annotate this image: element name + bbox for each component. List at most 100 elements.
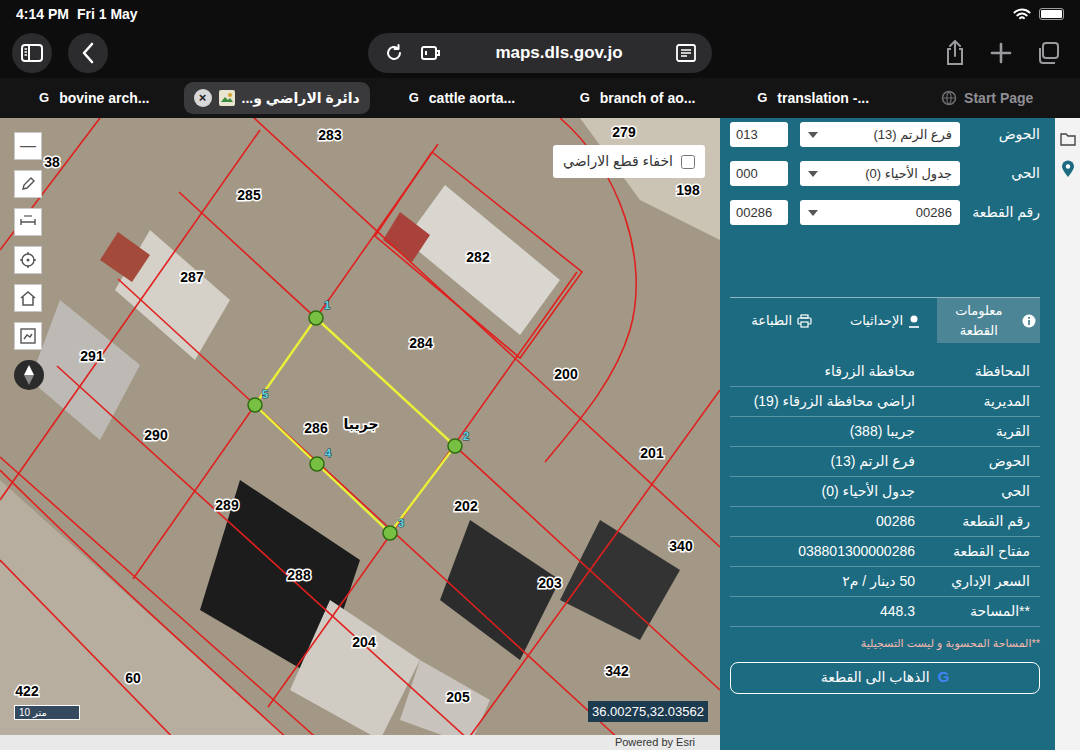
hide-parcels-toggle[interactable]: اخفاء قطع الاراضي (553, 145, 705, 178)
browser-tab[interactable]: Gcattle aorta... (376, 82, 546, 114)
location-icon[interactable] (908, 314, 920, 328)
field-dropdown[interactable]: 00286 (800, 200, 960, 225)
tab-label[interactable]: bovine arch... (59, 88, 149, 109)
field-dropdown[interactable]: فرع الرتم (13) (800, 122, 960, 147)
dropdown-arrow-icon[interactable] (808, 171, 818, 177)
browser-tab[interactable]: Start Page (902, 82, 1072, 114)
code-field[interactable]: 013 (730, 122, 788, 147)
vertex-marker[interactable] (248, 398, 262, 412)
back-button[interactable] (68, 33, 108, 73)
browser-tab[interactable]: Gbovine arch... (8, 82, 178, 114)
panel-tab[interactable]: الطباعة (730, 298, 833, 343)
tab-label[interactable]: دائرة الاراضي و... (242, 88, 360, 109)
browser-tab[interactable]: Gbranch of ao... (551, 82, 721, 114)
parcel-number[interactable]: 284 (409, 335, 433, 351)
pencil-icon[interactable] (20, 176, 36, 192)
parcel-number[interactable]: 291 (80, 348, 104, 364)
parcel-number[interactable]: 290 (144, 427, 168, 443)
dropdown-arrow-icon[interactable] (808, 210, 818, 216)
go-to-parcel-label[interactable]: الذهاب الى القطعة (821, 667, 930, 688)
parcel-number[interactable]: 205 (446, 689, 470, 705)
parcel-number[interactable]: 282 (466, 249, 490, 265)
parcel-number[interactable]: 283 (318, 127, 342, 143)
panel-tab-label[interactable]: معلومات القطعة (941, 301, 1017, 340)
code-value[interactable]: 000 (736, 164, 758, 184)
parcel-number[interactable]: 200 (554, 366, 578, 382)
sidebar-button[interactable] (12, 33, 52, 73)
dropdown-value[interactable]: 00286 (916, 203, 952, 223)
compass-icon[interactable] (21, 364, 37, 386)
url-text[interactable]: maps.dls.gov.jo (458, 40, 660, 66)
parcel-number[interactable]: 203 (538, 575, 562, 591)
browser-tab[interactable]: × دائرة الاراضي و... (184, 82, 370, 114)
panel-tab-label[interactable]: الطباعة (751, 311, 792, 331)
close-tab-button[interactable]: × (194, 89, 212, 107)
extension-icon[interactable] (420, 44, 442, 62)
tab-label[interactable]: branch of ao... (600, 88, 696, 109)
vertex-marker[interactable] (310, 457, 324, 471)
parcel-number[interactable]: 422 (15, 683, 39, 699)
map[interactable]: 3828327919828528228728429120029012345جري… (0, 118, 720, 750)
parcel-number[interactable]: 286 (304, 420, 328, 436)
measure-button[interactable] (14, 208, 42, 236)
panel-tab[interactable]: الإحداثيات (833, 298, 936, 343)
draw-button[interactable] (14, 170, 42, 198)
plus-icon[interactable] (990, 42, 1012, 64)
home-button[interactable] (14, 284, 42, 312)
reload-icon[interactable] (384, 43, 404, 63)
parcel-number[interactable]: 38 (44, 154, 60, 170)
locate-button[interactable] (14, 246, 42, 274)
share-icon[interactable] (944, 40, 966, 66)
dropdown-arrow-icon[interactable] (808, 132, 818, 138)
parcel-number[interactable]: 289 (215, 497, 239, 513)
compass-button[interactable] (14, 360, 44, 390)
tab-label[interactable]: cattle aorta... (429, 88, 515, 109)
hide-parcels-checkbox[interactable] (681, 155, 695, 169)
vertex-marker[interactable] (448, 439, 462, 453)
tab-label[interactable]: translation -... (777, 88, 869, 109)
code-value[interactable]: 013 (736, 125, 758, 145)
info-icon[interactable] (1022, 314, 1036, 328)
hide-parcels-label[interactable]: اخفاء قطع الاراضي (563, 151, 673, 172)
tabs-overview-icon[interactable] (1036, 41, 1060, 65)
parcel-number[interactable]: 198 (676, 182, 700, 198)
panel-tab[interactable]: معلومات القطعة (937, 298, 1040, 343)
address-bar[interactable]: maps.dls.gov.jo (368, 33, 712, 73)
vertex-marker[interactable] (383, 526, 397, 540)
map-pin-icon[interactable] (1061, 160, 1075, 178)
parcel-number[interactable]: 60 (125, 670, 141, 686)
tab-label[interactable]: Start Page (964, 88, 1033, 109)
reader-icon[interactable] (676, 44, 696, 62)
code-field[interactable]: 00286 (730, 200, 788, 225)
basemap-icon[interactable] (19, 327, 37, 345)
parcel-number[interactable]: 201 (640, 445, 664, 461)
google-logo[interactable]: G (938, 666, 950, 689)
parcel-number[interactable]: 285 (237, 187, 261, 203)
dropdown-value[interactable]: جدول الأحياء (0) (865, 164, 952, 184)
code-field[interactable]: 000 (730, 161, 788, 186)
parcel-number[interactable]: 204 (352, 634, 376, 650)
parcel-number[interactable]: 342 (605, 663, 629, 679)
sidebar-icon[interactable] (21, 44, 43, 62)
parcel-number[interactable]: 279 (612, 124, 636, 140)
ruler-icon[interactable] (19, 214, 37, 230)
panel-tab-label[interactable]: الإحداثيات (850, 311, 903, 331)
parcel-number[interactable]: 288 (287, 567, 311, 583)
zoom-out-label[interactable]: — (20, 134, 36, 158)
dropdown-value[interactable]: فرع الرتم (13) (873, 125, 952, 145)
go-to-parcel-button[interactable]: G الذهاب الى القطعة (730, 662, 1040, 694)
parcel-number[interactable]: 287 (180, 269, 204, 285)
parcel-number[interactable]: 202 (454, 498, 478, 514)
home-icon[interactable] (19, 289, 37, 307)
vertex-marker[interactable] (309, 311, 323, 325)
parcel-number[interactable]: 340 (669, 538, 693, 554)
zoom-out-button[interactable]: — (14, 132, 42, 160)
basemap-button[interactable] (14, 322, 42, 350)
code-value[interactable]: 00286 (736, 203, 772, 223)
printer-icon[interactable] (797, 314, 812, 328)
crosshair-icon[interactable] (19, 251, 37, 269)
folder-icon[interactable] (1060, 132, 1076, 146)
chevron-left-icon[interactable] (81, 42, 95, 64)
field-dropdown[interactable]: جدول الأحياء (0) (800, 161, 960, 186)
browser-tab[interactable]: Gtranslation -... (727, 82, 897, 114)
